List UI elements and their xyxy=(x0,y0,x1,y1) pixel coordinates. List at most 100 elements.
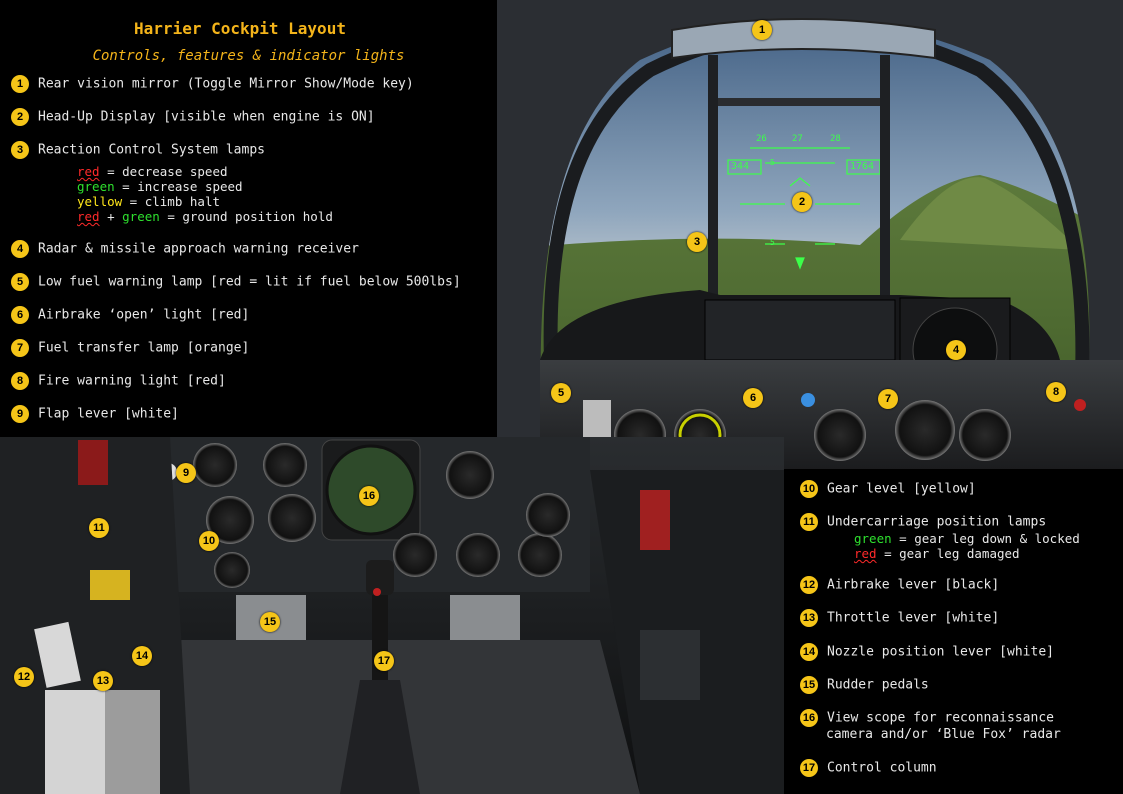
number-badge: 8 xyxy=(11,372,29,390)
legend-text: Low fuel warning lamp [red = lit if fuel… xyxy=(38,274,461,290)
legend-item-16: 16 View scope for reconnaissance xyxy=(800,709,1054,727)
page-subtitle: Controls, features & indicator lights xyxy=(92,48,405,64)
legend-item-8: 8 Fire warning light [red] xyxy=(11,372,226,390)
gear-desc: = gear leg damaged xyxy=(876,546,1020,561)
legend-text: Airbrake lever [black] xyxy=(827,577,1000,593)
number-badge: 17 xyxy=(800,759,818,777)
legend-item-6: 6 Airbrake ‘open’ light [red] xyxy=(11,306,249,324)
legend-item-15: 15 Rudder pedals xyxy=(800,676,929,694)
marker-14: 14 xyxy=(132,646,152,666)
legend-item-16-continued: camera and/or ‘Blue Fox’ radar xyxy=(826,727,1061,742)
number-badge: 10 xyxy=(800,480,818,498)
number-badge: 3 xyxy=(11,141,29,159)
legend-item-7: 7 Fuel transfer lamp [orange] xyxy=(11,339,249,357)
legend-text: Fire warning light [red] xyxy=(38,373,226,389)
hud-pitch-upper: 5 xyxy=(770,158,775,167)
legend-text: Head-Up Display [visible when engine is … xyxy=(38,109,375,125)
legend-item-17: 17 Control column xyxy=(800,759,937,777)
gear-lamp-green-line: green = gear leg down & locked xyxy=(854,531,1080,546)
marker-10: 10 xyxy=(199,531,219,551)
marker-12: 12 xyxy=(14,667,34,687)
marker-7: 7 xyxy=(878,389,898,409)
number-badge: 6 xyxy=(11,306,29,324)
number-badge: 7 xyxy=(11,339,29,357)
number-badge: 15 xyxy=(800,676,818,694)
legend-text: Gear level [yellow] xyxy=(827,481,976,497)
marker-16: 16 xyxy=(359,486,379,506)
hud-heading-left: 26 xyxy=(756,134,767,144)
color-word-yellow: yellow xyxy=(77,194,123,209)
hud-speed: 344 xyxy=(731,161,750,172)
legend-text: View scope for reconnaissance xyxy=(827,710,1054,726)
legend-panel-top: Harrier Cockpit Layout Controls, feature… xyxy=(0,0,497,437)
legend-text: Radar & missile approach warning receive… xyxy=(38,241,359,257)
legend-text: camera and/or ‘Blue Fox’ radar xyxy=(826,727,1061,742)
legend-item-4: 4 Radar & missile approach warning receiv… xyxy=(11,240,359,258)
legend-item-10: 10 Gear level [yellow] xyxy=(800,480,976,498)
hud-pitch-lower: 5 xyxy=(770,238,775,247)
legend-item-9: 9 Flap lever [white] xyxy=(11,405,179,423)
color-word-green: green xyxy=(122,209,160,224)
legend-text: Rear vision mirror (Toggle Mirror Show/M… xyxy=(38,76,414,92)
number-badge: 1 xyxy=(11,75,29,93)
rcs-line-red: red = decrease speed xyxy=(77,164,228,179)
marker-2: 2 xyxy=(792,192,812,212)
marker-11: 11 xyxy=(89,518,109,538)
marker-6: 6 xyxy=(743,388,763,408)
legend-text: Airbrake ‘open’ light [red] xyxy=(38,307,250,323)
legend-item-1: 1 Rear vision mirror (Toggle Mirror Show/… xyxy=(11,75,414,93)
number-badge: 5 xyxy=(11,273,29,291)
number-badge: 14 xyxy=(800,643,818,661)
marker-8: 8 xyxy=(1046,382,1066,402)
marker-15: 15 xyxy=(260,612,280,632)
number-badge: 4 xyxy=(11,240,29,258)
legend-text: Throttle lever [white] xyxy=(827,610,1000,626)
legend-text: Flap lever [white] xyxy=(38,406,179,422)
rcs-line-yellow: yellow = climb halt xyxy=(77,194,220,209)
hud-heading-right: 28 xyxy=(830,134,841,144)
marker-5: 5 xyxy=(551,383,571,403)
number-badge: 13 xyxy=(800,609,818,627)
legend-item-13: 13 Throttle lever [white] xyxy=(800,609,999,627)
legend-item-11: 11 Undercarriage position lamps xyxy=(800,513,1046,531)
rcs-desc: = ground position hold xyxy=(159,209,333,224)
number-badge: 2 xyxy=(11,108,29,126)
number-badge: 11 xyxy=(800,513,818,531)
hud-heading-mid: 27 xyxy=(792,134,803,144)
color-word-red: red xyxy=(77,209,100,224)
marker-13: 13 xyxy=(93,671,113,691)
number-badge: 12 xyxy=(800,576,818,594)
color-word-red: red xyxy=(854,546,877,561)
rcs-desc: = increase speed xyxy=(114,179,243,194)
rcs-line-combo: red + green = ground position hold xyxy=(77,209,333,224)
marker-3: 3 xyxy=(687,232,707,252)
legend-text: Undercarriage position lamps xyxy=(827,514,1047,530)
legend-text: Reaction Control System lamps xyxy=(38,142,265,158)
marker-4: 4 xyxy=(946,340,966,360)
marker-17: 17 xyxy=(374,651,394,671)
number-badge: 9 xyxy=(11,405,29,423)
legend-item-12: 12 Airbrake lever [black] xyxy=(800,576,999,594)
rcs-line-green: green = increase speed xyxy=(77,179,243,194)
legend-text: Rudder pedals xyxy=(827,677,929,693)
legend-item-14: 14 Nozzle position lever [white] xyxy=(800,643,1054,661)
legend-text: Nozzle position lever [white] xyxy=(827,644,1054,660)
gear-lamp-red-line: red = gear leg damaged xyxy=(854,546,1020,561)
hud-altitude: 1764 xyxy=(850,161,875,172)
gear-desc: = gear leg down & locked xyxy=(891,531,1080,546)
number-badge: 16 xyxy=(800,709,818,727)
marker-1: 1 xyxy=(752,20,772,40)
rcs-desc: = decrease speed xyxy=(99,164,228,179)
legend-item-5: 5 Low fuel warning lamp [red = lit if fue… xyxy=(11,273,461,291)
color-word-red: red xyxy=(77,164,100,179)
legend-item-2: 2 Head-Up Display [visible when engine is… xyxy=(11,108,375,126)
page-title: Harrier Cockpit Layout xyxy=(134,19,346,38)
plus-sign: + xyxy=(99,209,123,224)
color-word-green: green xyxy=(77,179,115,194)
rcs-desc: = climb halt xyxy=(122,194,220,209)
color-word-green: green xyxy=(854,531,892,546)
legend-item-3: 3 Reaction Control System lamps xyxy=(11,141,265,159)
legend-text: Fuel transfer lamp [orange] xyxy=(38,340,250,356)
marker-9: 9 xyxy=(176,463,196,483)
legend-text: Control column xyxy=(827,760,937,776)
